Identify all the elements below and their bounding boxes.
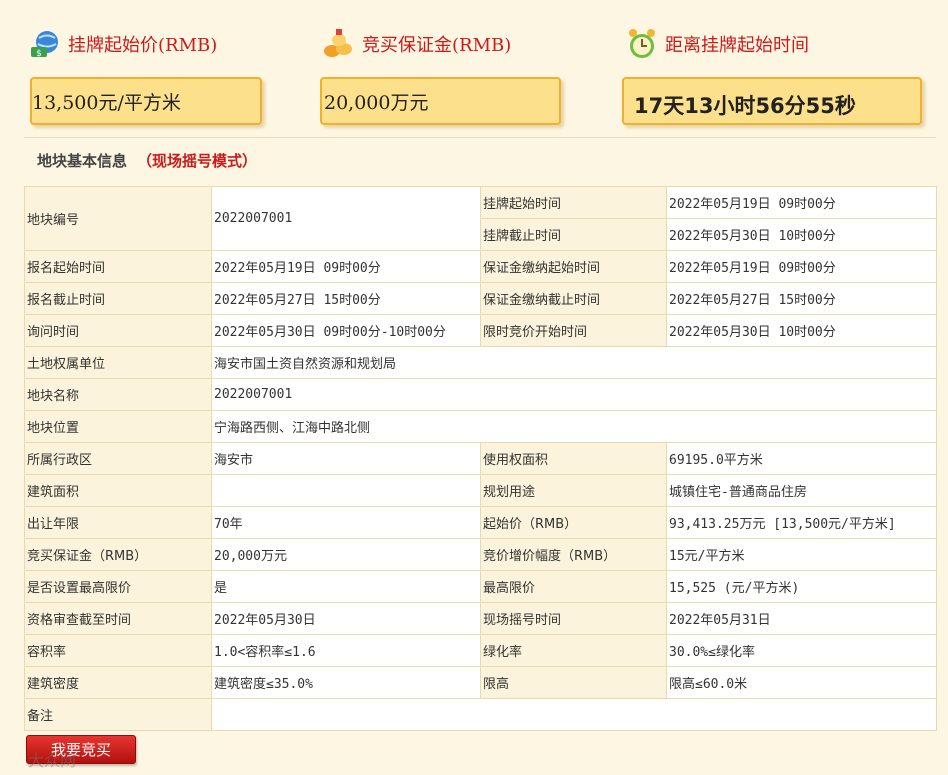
table-row: 所属行政区 海安市 使用权面积 69195.0平方米 xyxy=(24,442,937,475)
table-row: 地块名称 2022007001 xyxy=(24,378,937,411)
max-price-label: 最高限价 xyxy=(480,570,667,603)
qual-label: 资格审查截至时间 xyxy=(24,602,212,635)
height-label: 限高 xyxy=(480,666,667,699)
table-row: 报名截止时间 2022年05月27日 15时00分 保证金缴纳截止时间 2022… xyxy=(24,282,937,315)
qual-value: 2022年05月30日 xyxy=(211,602,481,635)
remark-label: 备注 xyxy=(24,698,212,731)
increment-value: 15元/平方米 xyxy=(666,538,937,571)
deposit-value: 20,000万元 xyxy=(324,91,429,114)
location-value: 宁海路西侧、江海中路北侧 xyxy=(211,410,937,443)
listing-start-value: 2022年05月19日 09时00分 xyxy=(666,186,937,219)
reg-start-value: 2022年05月19日 09时00分 xyxy=(211,250,481,283)
countdown-header: 距离挂牌起始时间 xyxy=(625,26,809,62)
height-value: 限高≤60.0米 xyxy=(666,666,937,699)
max-set-label: 是否设置最高限价 xyxy=(24,570,212,603)
reg-start-label: 报名起始时间 xyxy=(24,250,212,283)
deposit-header: 竞买保证金(RMB) xyxy=(322,26,511,62)
header-divider xyxy=(24,137,936,138)
svg-text:$: $ xyxy=(36,49,42,59)
deposit-row-value: 20,000万元 xyxy=(211,538,481,571)
far-label: 容积率 xyxy=(24,634,212,667)
build-area-value xyxy=(211,474,481,507)
reg-end-value: 2022年05月27日 15时00分 xyxy=(211,282,481,315)
district-value: 海安市 xyxy=(211,442,481,475)
name-label: 地块名称 xyxy=(24,378,212,411)
max-price-value: 15,525 (元/平方米) xyxy=(666,570,937,603)
table-row: 建筑密度 建筑密度≤35.0% 限高 限高≤60.0米 xyxy=(24,666,937,699)
dep-end-label: 保证金缴纳截止时间 xyxy=(480,282,667,315)
reg-end-label: 报名截止时间 xyxy=(24,282,212,315)
density-label: 建筑密度 xyxy=(24,666,212,699)
far-value: 1.0<容积率≤1.6 xyxy=(211,634,481,667)
dep-end-value: 2022年05月27日 15时00分 xyxy=(666,282,937,315)
start-price-box: 13,500元/平方米 xyxy=(30,77,262,125)
deposit-label: 竞买保证金(RMB) xyxy=(362,35,512,56)
remark-value xyxy=(211,698,937,731)
listing-end-value: 2022年05月30日 10时00分 xyxy=(666,218,937,251)
parcel-no-label: 地块编号 xyxy=(24,186,212,251)
table-row: 地块编号 2022007001 挂牌起始时间 2022年05月19日 09时00… xyxy=(24,186,937,251)
table-row: 地块位置 宁海路西侧、江海中路北侧 xyxy=(24,410,937,443)
start-price-row-label: 起始价（RMB） xyxy=(480,506,667,539)
section-title-text: 地块基本信息 xyxy=(37,152,128,170)
name-value: 2022007001 xyxy=(211,378,937,411)
green-value: 30.0%≤绿化率 xyxy=(666,634,937,667)
alarm-clock-icon xyxy=(629,29,655,58)
start-price-value: 13,500元/平方米 xyxy=(32,91,181,114)
inquiry-label: 询问时间 xyxy=(24,314,212,347)
parcel-info-table: 地块编号 2022007001 挂牌起始时间 2022年05月19日 09时00… xyxy=(24,186,937,731)
planned-use-value: 城镇住宅-普通商品住房 xyxy=(666,474,937,507)
table-row: 备注 xyxy=(24,698,937,731)
inquiry-value: 2022年05月30日 09时00分-10时00分 xyxy=(211,314,481,347)
term-label: 出让年限 xyxy=(24,506,212,539)
green-label: 绿化率 xyxy=(480,634,667,667)
deposit-box: 20,000万元 xyxy=(320,77,561,125)
money-globe-icon: $ xyxy=(31,31,58,59)
table-row: 竞买保证金（RMB） 20,000万元 竞价增价幅度（RMB） 15元/平方米 xyxy=(24,538,937,571)
timed-bid-label: 限时竞价开始时间 xyxy=(480,314,667,347)
owner-label: 土地权属单位 xyxy=(24,346,212,379)
table-row: 资格审查截至时间 2022年05月30日 现场摇号时间 2022年05月31日 xyxy=(24,602,937,635)
listing-end-label: 挂牌截止时间 xyxy=(480,218,667,251)
lottery-mode-label: （现场摇号模式） xyxy=(137,152,258,170)
district-label: 所属行政区 xyxy=(24,442,212,475)
section-title: 地块基本信息 （现场摇号模式） xyxy=(37,150,257,171)
table-row: 建筑面积 规划用途 城镇住宅-普通商品住房 xyxy=(24,474,937,507)
listing-start-label: 挂牌起始时间 xyxy=(480,186,667,219)
table-row: 出让年限 70年 起始价（RMB） 93,413.25万元 [13,500元/平… xyxy=(24,506,937,539)
max-set-value: 是 xyxy=(211,570,481,603)
use-area-label: 使用权面积 xyxy=(480,442,667,475)
start-price-row-value: 93,413.25万元 [13,500元/平方米] xyxy=(666,506,937,539)
table-row: 是否设置最高限价 是 最高限价 15,525 (元/平方米) xyxy=(24,570,937,603)
start-price-header: $ 挂牌起始价(RMB) xyxy=(28,26,217,62)
parcel-no-value: 2022007001 xyxy=(211,186,481,251)
countdown-value: 17天13小时56分55秒 xyxy=(634,94,856,118)
countdown-box: 17天13小时56分55秒 xyxy=(622,77,922,125)
start-price-label: 挂牌起始价(RMB) xyxy=(68,35,218,56)
dep-start-label: 保证金缴纳起始时间 xyxy=(480,250,667,283)
deposit-row-label: 竞买保证金（RMB） xyxy=(24,538,212,571)
planned-use-label: 规划用途 xyxy=(480,474,667,507)
timed-bid-value: 2022年05月30日 10时00分 xyxy=(666,314,937,347)
owner-value: 海安市国土资自然资源和规划局 xyxy=(211,346,937,379)
table-row: 询问时间 2022年05月30日 09时00分-10时00分 限时竞价开始时间 … xyxy=(24,314,937,347)
table-row: 土地权属单位 海安市国土资自然资源和规划局 xyxy=(24,346,937,379)
table-row: 报名起始时间 2022年05月19日 09时00分 保证金缴纳起始时间 2022… xyxy=(24,250,937,283)
lottery-value: 2022年05月31日 xyxy=(666,602,937,635)
lottery-label: 现场摇号时间 xyxy=(480,602,667,635)
increment-label: 竞价增价幅度（RMB） xyxy=(480,538,667,571)
watermark: 大众网 xyxy=(28,751,77,770)
countdown-label: 距离挂牌起始时间 xyxy=(665,35,809,56)
term-value: 70年 xyxy=(211,506,481,539)
location-label: 地块位置 xyxy=(24,410,212,443)
dep-start-value: 2022年05月19日 09时00分 xyxy=(666,250,937,283)
coins-icon xyxy=(324,29,352,57)
build-area-label: 建筑面积 xyxy=(24,474,212,507)
table-row: 容积率 1.0<容积率≤1.6 绿化率 30.0%≤绿化率 xyxy=(24,634,937,667)
density-value: 建筑密度≤35.0% xyxy=(211,666,481,699)
use-area-value: 69195.0平方米 xyxy=(666,442,937,475)
